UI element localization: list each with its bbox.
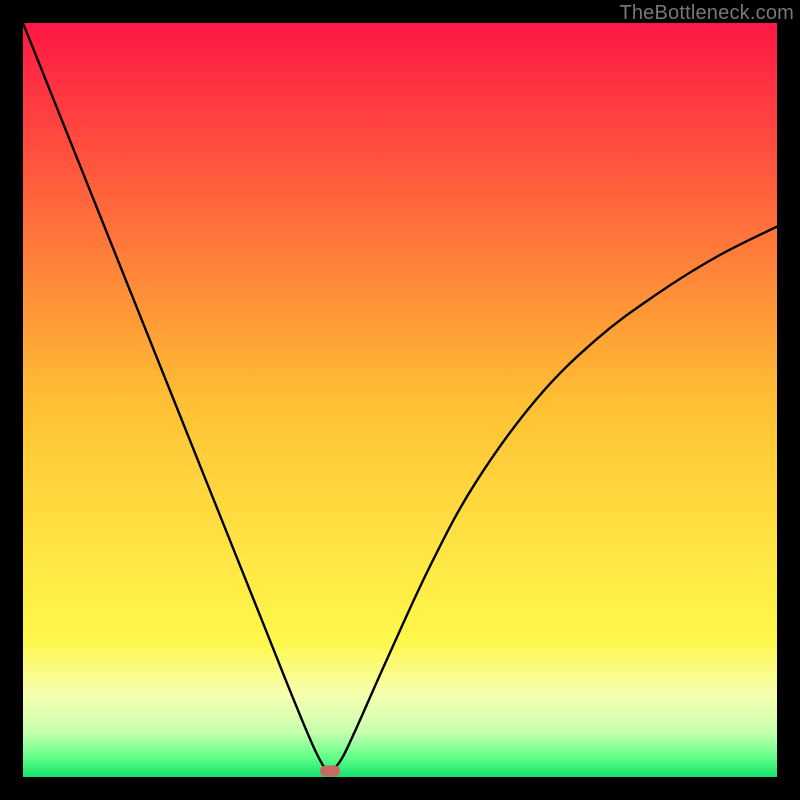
optimal-point-marker	[320, 765, 340, 776]
bottleneck-curve	[23, 23, 777, 777]
watermark-text: TheBottleneck.com	[619, 2, 794, 25]
plot-area	[23, 23, 777, 777]
